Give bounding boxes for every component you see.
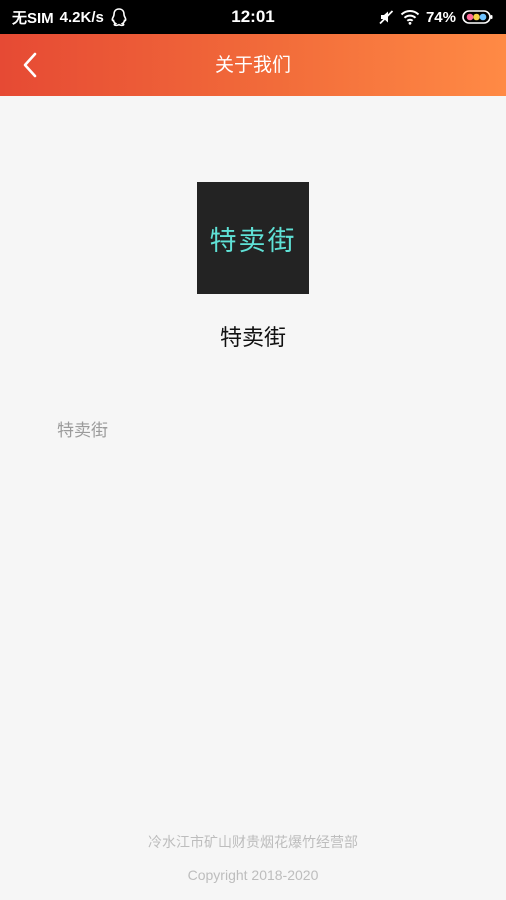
company-name: 冷水江市矿山财贵烟花爆竹经营部 [148, 835, 358, 851]
battery-icon [462, 9, 494, 25]
app-bar: 关于我们 [0, 34, 506, 96]
copyright-text: Copyright 2018-2020 [187, 867, 319, 883]
app-logo: 特卖街 [197, 182, 309, 294]
battery-percent: 74% [425, 8, 456, 26]
wifi-icon [400, 9, 420, 25]
carrier-label: 无SIM [12, 9, 54, 27]
app-description: 特卖街 [57, 421, 108, 441]
status-bar: 无SIM 4.2K/s 12:01 74% [0, 0, 506, 34]
qq-icon [110, 7, 128, 27]
mute-icon [378, 9, 394, 25]
status-left: 无SIM 4.2K/s [12, 0, 128, 34]
logo-text: 特卖街 [209, 225, 297, 257]
page-title: 关于我们 [214, 54, 291, 76]
app-name: 特卖街 [219, 326, 286, 351]
network-speed: 4.2K/s [59, 8, 104, 26]
status-right: 74% [378, 0, 494, 34]
